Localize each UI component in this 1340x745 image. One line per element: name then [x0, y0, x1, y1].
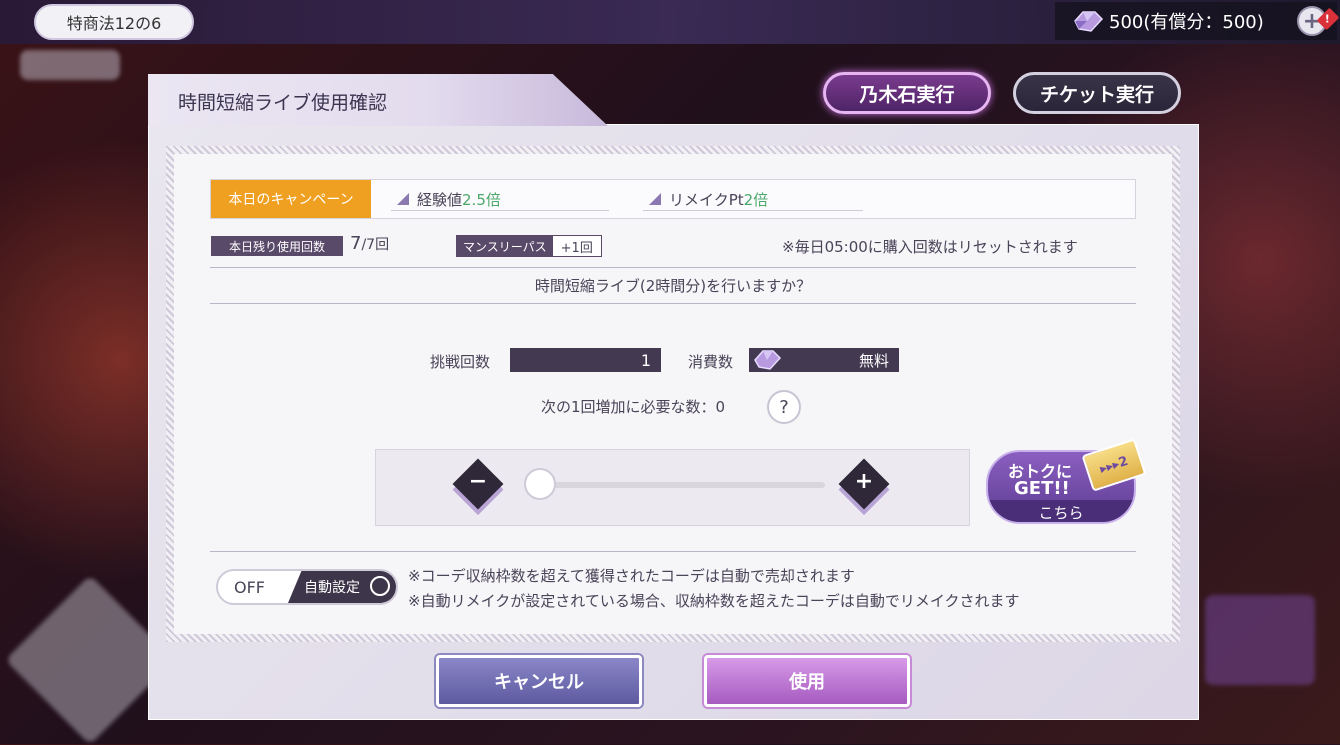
slider-track[interactable] — [540, 482, 825, 488]
slider-thumb[interactable] — [524, 468, 556, 500]
gem-icon — [1074, 11, 1104, 32]
exec-stone-button[interactable]: 乃木石実行 — [823, 72, 991, 114]
campaign-row: 本日のキャンペーン 経験値 2.5倍 リメイクPt 2倍 — [210, 179, 1136, 219]
help-button[interactable]: ? — [767, 390, 801, 424]
campaign-bonus-remake: リメイクPt 2倍 — [643, 188, 863, 211]
challenge-count: 1 — [510, 348, 661, 372]
remaining-current: 7 — [350, 233, 362, 254]
toggle-state: OFF — [234, 578, 265, 597]
plus-icon: + — [854, 469, 874, 494]
monthly-pass-badge: マンスリーパス +1回 — [456, 235, 602, 257]
currency-amount: 500(有償分：500) — [1109, 12, 1264, 33]
monthly-pass-label: マンスリーパス — [457, 236, 553, 256]
dialog-title-tab: 時間短縮ライブ使用確認 — [148, 74, 608, 126]
bonus-value: 2.5倍 — [462, 190, 501, 209]
use-button[interactable]: 使用 — [704, 655, 910, 707]
campaign-tag: 本日のキャンペーン — [211, 180, 371, 218]
reset-note: ※毎日05:00に購入回数はリセットされます — [782, 238, 1078, 256]
triangle-icon — [397, 193, 409, 205]
background-blur — [1205, 595, 1315, 685]
dialog-panel — [174, 154, 1172, 634]
note-line: ※自動リメイクが設定されている場合、収納枠数を超えたコーデは自動でリメイクされま… — [408, 592, 1020, 610]
remaining-count: 7/7回 — [350, 233, 389, 254]
question-icon: ? — [779, 396, 789, 418]
minus-icon: − — [468, 469, 488, 494]
deal-line2: GET!! — [1014, 478, 1070, 499]
bonus-label: 経験値 — [417, 190, 463, 209]
note-line: ※コーデ収納枠数を超えて獲得されたコーデは自動で売却されます — [408, 567, 855, 585]
deal-line3: こちら — [988, 500, 1134, 522]
bonus-value: 2倍 — [743, 190, 769, 209]
episode-tag[interactable]: 特商法12の6 — [34, 4, 194, 40]
cancel-button[interactable]: キャンセル — [436, 655, 642, 707]
monthly-pass-bonus: +1回 — [552, 236, 601, 256]
next-need-text: 次の1回増加に必要な数：0 — [541, 398, 726, 416]
bonus-label: リメイクPt — [669, 190, 744, 209]
triangle-icon — [649, 193, 661, 205]
confirm-question: 時間短縮ライブ(2時間分)を行いますか？ — [534, 277, 812, 295]
settings-icon — [370, 576, 390, 596]
dialog-title: 時間短縮ライブ使用確認 — [178, 92, 388, 114]
gem-icon — [754, 350, 782, 370]
exec-ticket-button[interactable]: チケット実行 — [1013, 72, 1181, 114]
cost-value: 無料 — [858, 351, 889, 370]
remaining-label: 本日残り使用回数 — [211, 236, 343, 256]
cost-value-box: 無料 — [749, 348, 899, 372]
challenge-label: 挑戦回数 — [430, 353, 491, 371]
auto-setting-toggle[interactable]: OFF 自動設定 — [216, 569, 398, 605]
background-blur — [20, 50, 120, 80]
cost-label: 消費数 — [688, 353, 734, 371]
divider — [210, 267, 1136, 268]
divider — [210, 551, 1136, 552]
campaign-bonus-exp: 経験値 2.5倍 — [391, 188, 609, 211]
divider — [210, 303, 1136, 304]
currency-display: 500(有償分：500) + ! — [1055, 2, 1340, 40]
remaining-total: /7回 — [361, 237, 390, 253]
